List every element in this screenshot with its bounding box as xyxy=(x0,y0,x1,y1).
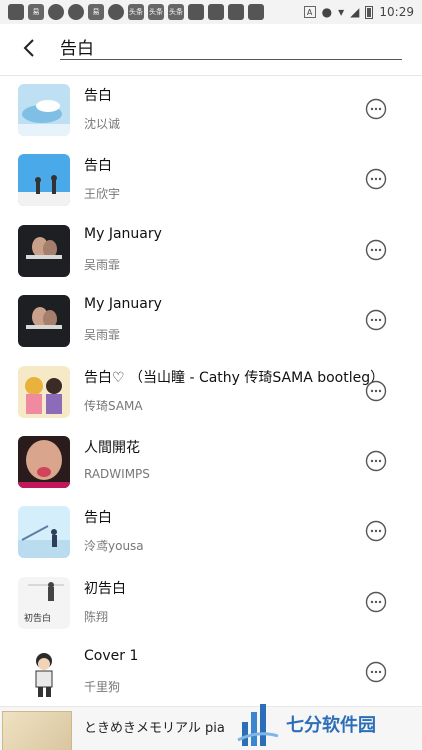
search-input[interactable]: 告白 xyxy=(60,34,402,60)
song-row[interactable]: My January 吴雨霏 xyxy=(0,218,422,288)
song-artist: 吴雨霏 xyxy=(84,257,121,272)
more-options-icon[interactable] xyxy=(365,98,387,120)
song-title: 告白 xyxy=(84,88,112,104)
song-row[interactable]: 告白♡ （当山瞳 - Cathy 传琦SAMA bootleg） 传琦SAMA xyxy=(0,359,422,429)
signal-icon: ◢ xyxy=(350,5,360,19)
song-row[interactable]: 告白 泠鸢yousa xyxy=(0,499,422,569)
song-artist: 泠鸢yousa xyxy=(84,539,144,554)
back-arrow-icon[interactable] xyxy=(18,36,42,60)
song-list: 告白 沈以诚 告白 王欣宇 My January 吴雨霏 My January … xyxy=(0,77,422,711)
album-cover xyxy=(18,295,70,348)
album-cover xyxy=(18,647,70,700)
music-notification-icon xyxy=(68,4,84,20)
watermark-logo-icon xyxy=(237,704,279,746)
more-options-icon[interactable] xyxy=(365,450,387,472)
battery-icon xyxy=(365,5,374,19)
song-title: 初告白 xyxy=(84,580,126,597)
song-artist: 陈翔 xyxy=(84,609,109,624)
song-title: 告白♡ （当山瞳 - Cathy 传琦SAMA bootleg） xyxy=(84,369,385,386)
album-cover xyxy=(18,154,70,207)
watermark-text: 七分软件园 xyxy=(286,715,376,736)
album-cover: 初告白 xyxy=(18,576,70,629)
app-notification-icon xyxy=(228,4,244,20)
more-options-icon[interactable] xyxy=(365,309,387,331)
song-title: My January xyxy=(84,296,162,313)
album-cover xyxy=(18,435,70,488)
song-title: 告白 xyxy=(84,158,112,175)
player-cover xyxy=(2,711,72,750)
more-options-icon[interactable] xyxy=(365,168,387,190)
song-artist: RADWIMPS xyxy=(84,466,150,481)
music-notification-icon xyxy=(48,4,64,20)
song-artist: 沈以诚 xyxy=(84,117,121,131)
song-row[interactable]: My January 吴雨霏 xyxy=(0,288,422,358)
song-title: My January xyxy=(84,225,162,242)
yi-notification-icon: 易 xyxy=(88,4,104,20)
cover-caption: 初告白 xyxy=(24,612,51,624)
a-icon: A xyxy=(303,6,316,18)
album-cover xyxy=(18,84,70,136)
more-options-icon[interactable] xyxy=(365,661,387,683)
song-artist: 吴雨霏 xyxy=(84,328,121,343)
song-artist: 王欣宇 xyxy=(84,187,121,202)
song-title: Cover 1 xyxy=(84,648,139,665)
more-options-icon[interactable] xyxy=(365,380,387,402)
album-cover xyxy=(18,506,70,559)
app-notification-icon xyxy=(248,4,264,20)
toutiao-notification-icon: 头条 xyxy=(168,4,184,20)
music-notification-icon xyxy=(108,4,124,20)
toutiao-notification-icon: 头条 xyxy=(128,4,144,20)
more-options-icon[interactable] xyxy=(365,239,387,261)
location-icon: ● xyxy=(321,5,333,19)
notification-icons: 易 易 头条 头条 头条 xyxy=(8,4,264,20)
app-notification-icon xyxy=(188,4,204,20)
app-notification-icon xyxy=(8,4,24,20)
status-bar: 易 易 头条 头条 头条 A ● ▾ ◢ 10:29 xyxy=(0,0,422,24)
player-song-title: ときめきメモリアル pia xyxy=(84,721,224,736)
search-header: 告白 xyxy=(0,24,422,76)
yi-notification-icon: 易 xyxy=(28,4,44,20)
song-row[interactable]: 初告白 初告白 陈翔 xyxy=(0,570,422,640)
song-row[interactable]: 告白 沈以诚 xyxy=(0,77,422,147)
album-cover xyxy=(18,365,70,418)
toutiao-notification-icon: 头条 xyxy=(148,4,164,20)
clock: 10:29 xyxy=(379,5,414,19)
song-title: 告白 xyxy=(84,510,112,527)
wifi-icon: ▾ xyxy=(338,5,345,19)
more-options-icon[interactable] xyxy=(365,520,387,542)
watermark: 七分软件园 xyxy=(236,698,422,750)
song-row[interactable]: 人間開花 RADWIMPS xyxy=(0,429,422,499)
song-title: 人間開花 xyxy=(84,439,140,456)
song-row[interactable]: 告白 王欣宇 xyxy=(0,147,422,217)
song-artist: 千里狗 xyxy=(84,680,121,695)
app-notification-icon xyxy=(208,4,224,20)
more-options-icon[interactable] xyxy=(365,591,387,613)
album-cover xyxy=(18,224,70,277)
song-artist: 传琦SAMA xyxy=(84,398,143,413)
